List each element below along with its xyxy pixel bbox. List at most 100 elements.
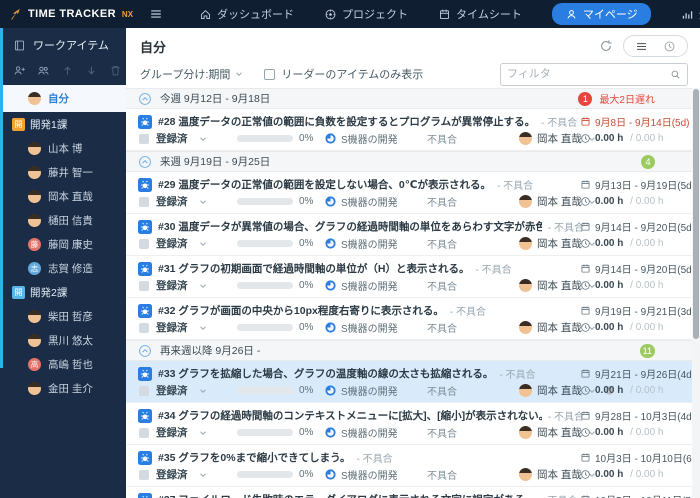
sidebar-scroll-indicator[interactable] bbox=[0, 28, 3, 368]
status-select[interactable]: 登録済 bbox=[139, 236, 237, 251]
delete-icon[interactable] bbox=[109, 64, 122, 77]
nav-item-1[interactable]: プロジェクト bbox=[324, 6, 408, 22]
status-select[interactable]: 登録済 bbox=[139, 425, 237, 440]
add-member-icon[interactable] bbox=[13, 64, 26, 77]
project[interactable]: S機器の開発 bbox=[325, 383, 427, 398]
group-header[interactable]: 再来週以降 9月26日 -11 bbox=[126, 340, 700, 361]
item-dates[interactable]: 9月13日 - 9月19日(5d) bbox=[580, 176, 690, 193]
timeline-view-icon[interactable] bbox=[663, 40, 676, 53]
leader-filter-checkbox[interactable]: リーダーのアイテムのみ表示 bbox=[264, 66, 423, 82]
circle-up[interactable] bbox=[138, 155, 152, 169]
view-toggle bbox=[623, 35, 688, 57]
group-header[interactable]: 今週 9月12日 - 9月18日1最大2日遅れ bbox=[126, 88, 700, 109]
project[interactable]: S機器の開発 bbox=[325, 425, 427, 440]
dates-label: 9月21日 - 9月26日(4d) bbox=[595, 366, 695, 381]
work-item[interactable]: #33 グラフを拡縮した場合、グラフの温度軸の線の太さも拡縮される。 - 不具合登… bbox=[126, 361, 700, 403]
sidebar-member[interactable]: 山本 博 bbox=[0, 136, 126, 160]
work-item[interactable]: #37 ファイルロード失敗時のエラーダイアログに表示される文字に誤字がある。- … bbox=[126, 487, 700, 498]
work-item[interactable]: #30 温度データが異常値の場合、グラフの経過時間軸の単位をあらわす文字が赤色で… bbox=[126, 214, 700, 256]
project[interactable]: S機器の開発 bbox=[325, 194, 427, 209]
project-icon bbox=[325, 427, 336, 438]
status-select[interactable]: 登録済 bbox=[139, 194, 237, 209]
sidebar-member[interactable]: 藤井 智一 bbox=[0, 160, 126, 184]
work-item[interactable]: #32 グラフが画面の中央から10px程度右寄りに表示される。- 不具合登録済0… bbox=[126, 298, 700, 340]
status-select[interactable]: 登録済 bbox=[139, 383, 237, 398]
item-dates[interactable]: 9月14日 - 9月20日(5d) bbox=[580, 260, 690, 277]
group-label: 来週 9月19日 - 9月25日 bbox=[160, 154, 270, 169]
status-select[interactable]: 登録済 bbox=[139, 131, 237, 146]
sidebar-item-self[interactable]: 自分 bbox=[0, 85, 126, 112]
progress: 0% bbox=[237, 322, 325, 333]
calendar-icon bbox=[580, 305, 591, 316]
move-down-icon[interactable] bbox=[85, 64, 98, 77]
scrollbar[interactable] bbox=[692, 88, 700, 498]
item-dates[interactable]: 10月3日 - 10月10日(6d) bbox=[580, 449, 690, 466]
project[interactable]: S機器の開発 bbox=[325, 236, 427, 251]
sidebar-member-label: 岡本 直哉 bbox=[48, 189, 93, 204]
work-item[interactable]: #28 温度データの正常値の範囲に負数を設定するとプログラムが異常停止する。- … bbox=[126, 109, 700, 151]
workitem-type-icon bbox=[138, 304, 152, 318]
group-by-select[interactable]: グループ分け:期間 bbox=[140, 66, 244, 82]
avatar: 高 bbox=[28, 358, 41, 371]
status-select[interactable]: 登録済 bbox=[139, 467, 237, 482]
assignee-avatar bbox=[519, 468, 532, 481]
page-title: 自分 bbox=[140, 37, 166, 56]
sidebar-member[interactable]: 藤藤岡 康史 bbox=[0, 232, 126, 256]
work-item[interactable]: #34 グラフの経過時間軸のコンテキストメニューに[拡大]、[縮小]が表示されな… bbox=[126, 403, 700, 445]
workitem-category-suffix: - 不具合 bbox=[499, 366, 535, 381]
sidebar-member[interactable]: 柴田 哲彦 bbox=[0, 304, 126, 328]
nav-item-2[interactable]: タイムシート bbox=[438, 6, 522, 22]
hours-planned: / 0.00 h bbox=[627, 385, 663, 396]
move-up-icon[interactable] bbox=[61, 64, 74, 77]
status-label: 登録済 bbox=[156, 320, 188, 335]
add-group-icon[interactable] bbox=[37, 64, 50, 77]
assignee-avatar bbox=[519, 426, 532, 439]
sidebar-member-label: 山本 博 bbox=[48, 141, 82, 156]
nav-item-0[interactable]: ダッシュボード bbox=[199, 6, 294, 22]
main-header: 自分 bbox=[126, 28, 700, 60]
list-view-icon[interactable] bbox=[635, 40, 648, 53]
hamburger-menu-icon[interactable] bbox=[149, 7, 163, 21]
nav-item-4[interactable]: 分析 bbox=[681, 6, 700, 22]
sidebar-member[interactable]: 金田 圭介 bbox=[0, 376, 126, 400]
sidebar-member[interactable]: 黒川 悠太 bbox=[0, 328, 126, 352]
project[interactable]: S機器の開発 bbox=[325, 131, 427, 146]
item-dates[interactable]: 9月28日 - 10月3日(4d) bbox=[580, 407, 690, 424]
filter-input[interactable] bbox=[507, 68, 670, 80]
status-select[interactable]: 登録済 bbox=[139, 278, 237, 293]
checkbox-icon bbox=[264, 69, 275, 80]
analytics-icon bbox=[681, 8, 694, 21]
project[interactable]: S機器の開発 bbox=[325, 320, 427, 335]
work-item[interactable]: #31 グラフの初期画面で経過時間軸の単位が（H）と表示される。- 不具合登録済… bbox=[126, 256, 700, 298]
clock-icon bbox=[580, 385, 591, 396]
sidebar-group[interactable]: 開開発2課 bbox=[0, 280, 126, 304]
progress-label: 0% bbox=[299, 280, 313, 291]
group-header[interactable]: 来週 9月19日 - 9月25日4 bbox=[126, 151, 700, 172]
nav-item-3[interactable]: マイページ bbox=[552, 3, 651, 25]
work-item[interactable]: #35 グラフを0%まで縮小できてしまう。- 不具合登録済0%S機器の開発不具合… bbox=[126, 445, 700, 487]
sidebar-member[interactable]: 樋田 信貴 bbox=[0, 208, 126, 232]
status-icon bbox=[139, 239, 149, 249]
hours-spent: 0.00 h bbox=[595, 238, 623, 249]
project[interactable]: S機器の開発 bbox=[325, 467, 427, 482]
item-dates[interactable]: 9月8日 - 9月14日(5d) bbox=[580, 113, 690, 130]
sidebar-member[interactable]: 岡本 直哉 bbox=[0, 184, 126, 208]
item-dates[interactable]: 9月14日 - 9月20日(5d) bbox=[580, 218, 690, 235]
circle-up[interactable] bbox=[138, 344, 152, 358]
circle-up[interactable] bbox=[138, 92, 152, 106]
sidebar-member[interactable]: 志志賀 修造 bbox=[0, 256, 126, 280]
sidebar-group[interactable]: 開開発1課 bbox=[0, 112, 126, 136]
workitem-title: #33 グラフを拡縮した場合、グラフの温度軸の線の太さも拡縮される。 bbox=[158, 366, 493, 381]
item-dates[interactable]: 9月19日 - 9月21日(3d) bbox=[580, 302, 690, 319]
sidebar-member[interactable]: 高高嶋 哲也 bbox=[0, 352, 126, 376]
app-logo[interactable]: TIME TRACKER NX bbox=[8, 7, 133, 22]
search-icon[interactable] bbox=[670, 69, 681, 80]
work-item[interactable]: #29 温度データの正常値の範囲を設定しない場合、0℃が表示される。- 不具合登… bbox=[126, 172, 700, 214]
refresh-icon[interactable] bbox=[599, 39, 613, 53]
dates-label: 10月5日 - 10月11日(5d) bbox=[595, 492, 700, 498]
project[interactable]: S機器の開発 bbox=[325, 278, 427, 293]
scrollbar-thumb[interactable] bbox=[693, 89, 699, 339]
status-select[interactable]: 登録済 bbox=[139, 320, 237, 335]
item-dates[interactable]: 9月21日 - 9月26日(4d) bbox=[580, 365, 690, 382]
item-dates[interactable]: 10月5日 - 10月11日(5d) bbox=[580, 491, 690, 498]
